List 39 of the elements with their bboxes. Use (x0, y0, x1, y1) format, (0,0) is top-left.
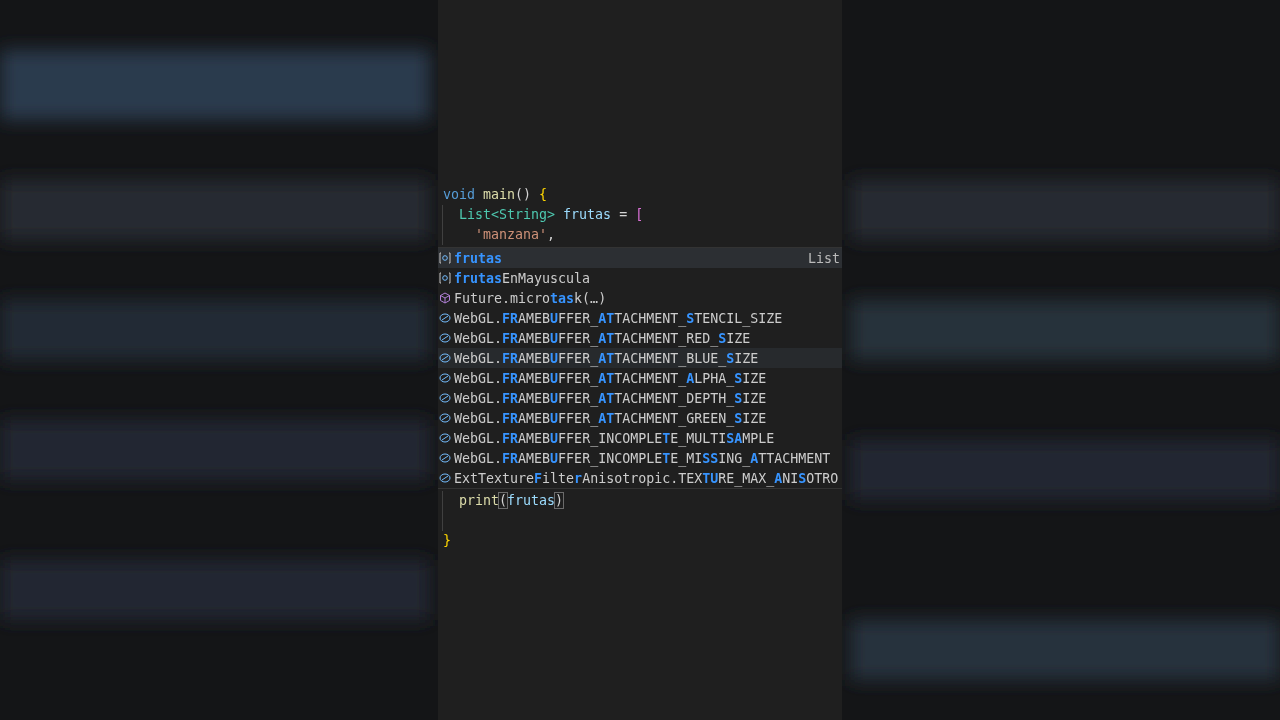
suggestion-item[interactable]: WebGL.FRAMEBUFFER_INCOMPLETE_MULTISAMPLE (438, 428, 842, 448)
code-token: frutas (507, 493, 556, 508)
constant-icon (439, 472, 451, 484)
code-token: () (515, 187, 532, 202)
suggestion-item[interactable]: WebGL.FRAMEBUFFER_ATTACHMENT_BLUE_SIZE (438, 348, 842, 368)
code-token: } (443, 533, 451, 548)
code-token: ) (555, 493, 564, 508)
code-token: , (547, 227, 556, 242)
code-token: ( (499, 493, 508, 508)
code-token: main (482, 187, 516, 202)
code-token: = (618, 207, 628, 222)
constant-icon (439, 392, 451, 404)
cube-icon (439, 292, 451, 304)
suggestion-item[interactable]: WebGL.FRAMEBUFFER_ATTACHMENT_GREEN_SIZE (438, 408, 842, 428)
suggestion-item[interactable]: frutasEnMayuscula (438, 268, 842, 288)
constant-icon (439, 432, 451, 444)
suggestion-item[interactable]: Future.microtask(…) (438, 288, 842, 308)
constant-icon (439, 332, 451, 344)
constant-icon (439, 412, 451, 424)
suggestion-item[interactable]: WebGL.FRAMEBUFFER_INCOMPLETE_MISSING_ATTACHMENT (438, 448, 842, 468)
constant-icon (439, 452, 451, 464)
constant-icon (439, 372, 451, 384)
code-token: void (443, 187, 476, 202)
variable-icon (439, 272, 451, 284)
suggestion-item[interactable]: WebGL.FRAMEBUFFER_ATTACHMENT_ALPHA_SIZE (438, 368, 842, 388)
code-token: 'manzana' (474, 227, 548, 242)
suggestion-item[interactable]: WebGL.FRAMEBUFFER_ATTACHMENT_DEPTH_SIZE (438, 388, 842, 408)
code-token: [ (634, 207, 644, 222)
suggestion-item[interactable]: WebGL.FRAMEBUFFER_ATTACHMENT_RED_SIZE (438, 328, 842, 348)
code-token: print (458, 493, 500, 508)
suggestion-item[interactable]: frutas List (438, 248, 842, 268)
variable-icon (439, 252, 451, 264)
suggestion-item[interactable]: ExtTextureFilterAnisotropic.TEXTURE_MAX_ANISOTRO (438, 468, 842, 488)
constant-icon (439, 352, 451, 364)
constant-icon (439, 312, 451, 324)
code-token: frutas (562, 207, 612, 222)
suggestion-item[interactable]: WebGL.FRAMEBUFFER_ATTACHMENT_STENCIL_SIZE (438, 308, 842, 328)
code-token: List<String> (458, 207, 556, 222)
code-token: { (538, 187, 548, 202)
